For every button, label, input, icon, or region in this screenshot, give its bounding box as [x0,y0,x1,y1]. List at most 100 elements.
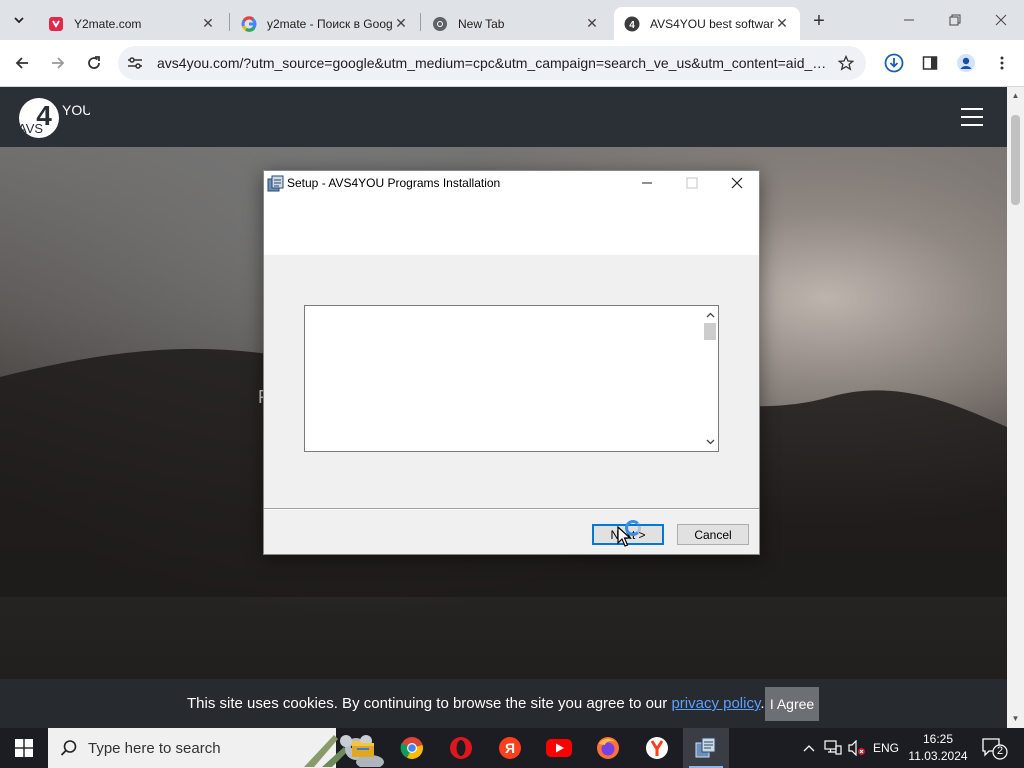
folder-icon [352,741,374,757]
mouse-cursor-icon [617,526,631,547]
chevron-up-icon[interactable] [704,309,716,321]
chrome-icon [400,737,423,759]
arrow-right-icon [52,57,65,69]
network-button[interactable] [822,728,844,768]
restore-icon [949,14,961,26]
minimize-icon [641,182,652,184]
tab-title: y2mate - Поиск в Google [267,16,393,31]
svg-text:Я: Я [505,740,515,756]
notification-count: 2 [996,745,1004,757]
windows-taskbar: Type here to search Я ENG 16:25 11.03.20… [0,728,1024,768]
cancel-button[interactable]: Cancel [677,524,749,545]
taskbar-search-box[interactable]: Type here to search [48,728,384,768]
avatar-icon [957,54,975,72]
minimize-icon [904,19,914,21]
search-icon [60,740,77,756]
profile-button[interactable] [952,49,980,77]
language-indicator[interactable]: ENG [870,728,902,768]
new-tab-button[interactable]: + [808,10,830,32]
taskbar-file-explorer[interactable] [340,728,386,768]
volume-muted-icon [848,740,865,756]
cookie-agree-button[interactable]: I Agree [765,687,819,721]
taskbar-yandex[interactable] [634,728,680,768]
tab-avs4you[interactable]: 4 AVS4YOU best software ✕ [614,7,800,40]
scrollbar-thumb[interactable] [1011,115,1020,205]
close-icon[interactable]: ✕ [584,15,600,32]
avs4you-icon: 4 [624,16,640,32]
dialog-header: Setup - AVS4YOU Programs Installation [264,171,759,255]
arrow-left-icon [15,57,28,69]
chrome-icon [432,16,448,32]
page-scrollbar[interactable]: ▲ ▼ [1007,87,1024,728]
tab-new-tab[interactable]: New Tab ✕ [422,7,610,40]
url-text[interactable]: avs4you.com/?utm_source=google&utm_mediu… [157,55,829,71]
clock[interactable]: 16:25 11.03.2024 [900,731,976,765]
yandex-y-icon [646,737,668,759]
dialog-title: Setup - AVS4YOU Programs Installation [287,176,501,190]
youtube-icon [546,739,572,757]
close-icon[interactable]: ✕ [200,15,216,32]
browser-toolbar: avs4you.com/?utm_source=google&utm_mediu… [0,40,1024,87]
close-icon[interactable]: ✕ [393,15,409,32]
tab-title: Y2mate.com [74,16,142,31]
setup-dialog: Setup - AVS4YOU Programs Installation Ne… [263,170,760,555]
svg-text:YOU: YOU [62,102,90,118]
avs4you-logo[interactable]: 4 AVS YOU [18,97,90,139]
google-icon [241,15,257,32]
show-hidden-icons-button[interactable] [798,728,820,768]
tab-separator [229,13,230,31]
installer-icon [267,175,284,192]
reload-button[interactable] [80,49,108,77]
notification-center-button[interactable]: 2 [980,736,1008,760]
dialog-minimize-button[interactable] [624,171,669,195]
license-text-box[interactable] [304,305,719,452]
minimize-button[interactable] [886,6,932,34]
taskbar-opera[interactable] [438,728,484,768]
taskbar-firefox[interactable] [585,728,631,768]
back-button[interactable] [8,49,36,77]
cookie-message: This site uses cookies. By continuing to… [187,695,765,712]
search-placeholder: Type here to search [88,740,221,757]
address-bar[interactable]: avs4you.com/?utm_source=google&utm_mediu… [118,46,866,80]
taskbar-chrome[interactable] [389,728,435,768]
start-button[interactable] [0,728,48,768]
clock-time: 16:25 [922,732,954,746]
chevron-up-icon [803,745,815,752]
forward-button[interactable] [44,49,72,77]
scroll-down-icon[interactable]: ▼ [1011,714,1020,723]
dialog-close-button[interactable] [714,171,759,195]
restore-button[interactable] [932,6,978,34]
tab-search-button[interactable] [7,8,31,32]
svg-text:AVS: AVS [18,121,43,136]
site-settings-icon[interactable] [126,54,144,72]
close-icon[interactable]: ✕ [774,15,790,32]
cookie-text: This site uses cookies. By continuing to… [187,695,672,712]
network-icon [824,740,842,755]
browser-tab-strip: Y2mate.com ✕ y2mate - Поиск в Google ✕ N… [0,0,1024,40]
downloads-button[interactable] [880,49,908,77]
bookmark-star-icon[interactable] [836,53,856,73]
license-scroll-thumb[interactable] [704,323,716,340]
scroll-up-icon[interactable]: ▲ [1011,91,1020,100]
taskbar-youtube[interactable] [536,728,582,768]
menu-button[interactable] [988,49,1016,77]
maximize-icon [686,177,697,189]
taskbar-yandex-browser[interactable]: Я [487,728,533,768]
hamburger-menu-icon[interactable] [961,108,983,126]
more-vert-icon [1000,56,1004,70]
firefox-icon [597,737,619,759]
window-close-button[interactable] [978,6,1024,34]
taskbar-setup-installer[interactable] [683,728,729,768]
tab-google-search[interactable]: y2mate - Поиск в Google ✕ [231,7,419,40]
chevron-down-icon[interactable] [704,436,716,448]
close-icon [731,177,742,189]
cookie-banner: This site uses cookies. By continuing to… [0,679,1007,728]
cookie-tail: . [760,695,765,712]
tab-y2mate[interactable]: Y2mate.com ✕ [38,7,226,40]
tab-separator [420,13,421,31]
privacy-policy-link[interactable]: privacy policy [671,695,760,712]
license-scrollbar[interactable] [701,306,718,451]
volume-button[interactable] [846,728,868,768]
opera-icon [450,737,472,759]
side-panel-button[interactable] [916,49,944,77]
